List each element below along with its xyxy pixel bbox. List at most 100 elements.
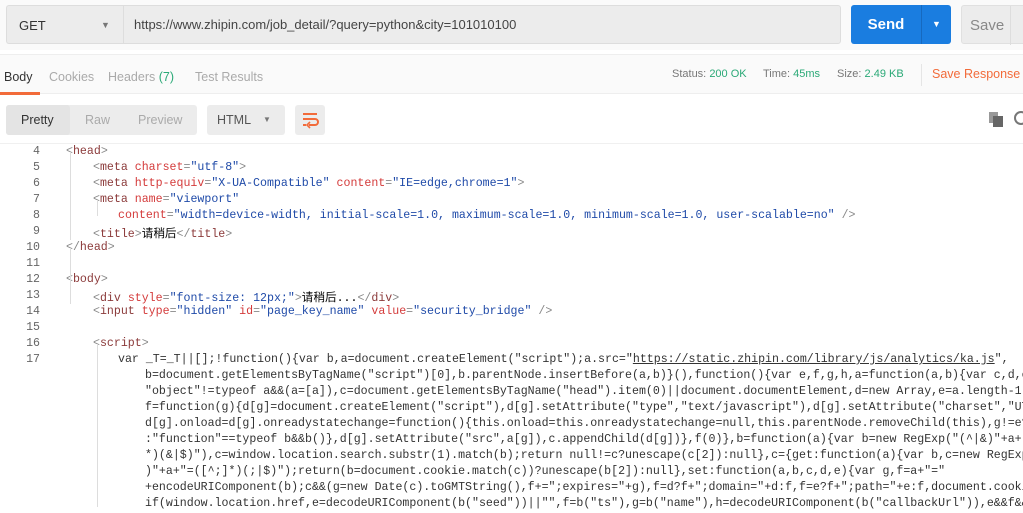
code-line: if(window.location.href,e=decodeURICompo…: [145, 497, 1023, 513]
code-token: body: [72, 273, 101, 286]
divider: [921, 64, 922, 86]
code-token: >: [141, 337, 149, 350]
tab-headers[interactable]: Headers (7): [108, 70, 174, 84]
indent-guide: [97, 200, 98, 216]
code-token: var _T=_T||[];!function(){var b,a=docume…: [118, 353, 633, 366]
code-line: <meta name="viewport": [93, 193, 239, 209]
code-line: <script>: [93, 337, 149, 353]
line-number: [0, 481, 40, 497]
code-token: head: [72, 145, 101, 158]
method-value: GET: [19, 18, 46, 33]
code-token: <: [93, 161, 100, 174]
tab-test-results[interactable]: Test Results: [195, 70, 263, 84]
method-select[interactable]: GET ▼: [6, 5, 123, 44]
code-token: <: [93, 177, 100, 190]
status-readout: Status: 200 OK: [672, 68, 747, 80]
code-token: =: [253, 305, 261, 318]
code-token: if(window.location.href,e=decodeURICompo…: [145, 497, 1023, 510]
line-number: [0, 385, 40, 401]
code-token: "security_bridge": [413, 305, 539, 318]
tab-body[interactable]: Body: [4, 70, 33, 84]
indent-guide: [70, 248, 71, 304]
send-dropdown-icon[interactable]: ▼: [921, 5, 951, 44]
status-value: 200 OK: [709, 68, 747, 80]
format-select[interactable]: HTML ▼: [207, 105, 285, 135]
code-token: >: [107, 241, 115, 254]
code-token: >: [134, 228, 142, 241]
mode-pretty[interactable]: Pretty: [6, 105, 70, 135]
send-button[interactable]: Send ▼: [851, 5, 951, 44]
code-line: b=document.getElementsByTagName("script"…: [145, 369, 1023, 385]
code-token: <: [93, 228, 100, 241]
time-value: 45ms: [793, 68, 821, 80]
code-line: +encodeURIComponent(b);c&&(g=new Date(c)…: [145, 481, 1023, 497]
line-number: 13: [26, 289, 40, 302]
send-label: Send: [867, 16, 905, 33]
save-button[interactable]: Save: [961, 5, 1023, 45]
divider: [1010, 6, 1011, 45]
line-number: [0, 401, 40, 417]
line-number: 10: [26, 241, 40, 254]
headers-count: (7): [158, 70, 175, 84]
copy-icon[interactable]: [989, 112, 1003, 127]
view-mode-group: Pretty Raw Preview: [6, 105, 197, 135]
code-token: >: [517, 177, 525, 190]
code-token: http-equiv: [134, 177, 205, 190]
format-value: HTML: [217, 113, 252, 127]
code-line: )"+a+"=([^;]*)(;|$)");return(b=document.…: [145, 465, 945, 481]
code-token: content: [336, 177, 386, 190]
code-line: <meta http-equiv="X-UA-Compatible" conte…: [93, 177, 524, 193]
code-token: "viewport": [169, 193, 240, 206]
code-token: />: [841, 209, 856, 222]
code-token: "X-UA-Compatible": [211, 177, 337, 190]
code-token: >: [100, 273, 108, 286]
code-token: name: [134, 193, 163, 206]
code-token: d[g].onload=d[g].onreadystatechange=func…: [145, 417, 1023, 430]
code-token: style: [127, 292, 163, 305]
code-line: <meta charset="utf-8">: [93, 161, 246, 177]
code-token: charset: [134, 161, 184, 174]
wrap-lines-button[interactable]: [295, 105, 325, 135]
code-token: </: [66, 241, 80, 254]
code-token: >: [100, 145, 108, 158]
code-line: content="width=device-width, initial-sca…: [118, 209, 856, 225]
code-link[interactable]: https://static.zhipin.com/library/js/ana…: [633, 353, 995, 366]
mode-raw[interactable]: Raw: [85, 113, 110, 127]
code-line: </head>: [66, 241, 115, 257]
size-value: 2.49 KB: [864, 68, 904, 80]
code-token: :"function"==typeof b&&b()},d[g].setAttr…: [145, 433, 1023, 446]
save-label: Save: [970, 17, 1005, 34]
search-icon[interactable]: [1014, 111, 1023, 125]
line-number: 14: [26, 305, 40, 318]
code-token: 请稍后: [141, 228, 177, 241]
save-response-button[interactable]: Save Response: [932, 67, 1020, 81]
code-token: *)(&|$)"),c=window.location.search.subst…: [145, 449, 1023, 462]
code-token: >: [392, 292, 400, 305]
line-number: 17: [26, 353, 40, 366]
url-input[interactable]: https://www.zhipin.com/job_detail/?query…: [123, 5, 841, 44]
code-token: "font-size: 12px;": [169, 292, 295, 305]
code-token: =: [162, 292, 170, 305]
code-token: "object"!=typeof a&&(a=[a]),c=document.g…: [145, 385, 1023, 398]
code-token: type: [141, 305, 170, 318]
code-token: />: [538, 305, 553, 318]
size-label: Size:: [837, 68, 862, 80]
code-token: +encodeURIComponent(b);c&&(g=new Date(c)…: [145, 481, 1023, 494]
code-line: var _T=_T||[];!function(){var b,a=docume…: [118, 353, 1009, 369]
code-line: "object"!=typeof a&&(a=[a]),c=document.g…: [145, 385, 1023, 401]
code-token: =: [169, 305, 177, 318]
code-token: =: [166, 209, 174, 222]
line-number: 6: [33, 177, 40, 190]
code-line: *)(&|$)"),c=window.location.search.subst…: [145, 449, 1023, 465]
status-label: Status:: [672, 68, 707, 80]
line-number: 7: [33, 193, 40, 206]
mode-preview[interactable]: Preview: [138, 113, 182, 127]
code-token: </: [357, 292, 372, 305]
code-line: :"function"==typeof b&&b()},d[g].setAttr…: [145, 433, 1023, 449]
code-line: <title>请稍后</title>: [93, 225, 232, 241]
code-token: "page_key_name": [260, 305, 372, 318]
time-readout: Time: 45ms: [763, 68, 820, 80]
code-token: meta: [99, 177, 135, 190]
code-token: 请稍后...: [301, 292, 358, 305]
tab-cookies[interactable]: Cookies: [49, 70, 94, 84]
